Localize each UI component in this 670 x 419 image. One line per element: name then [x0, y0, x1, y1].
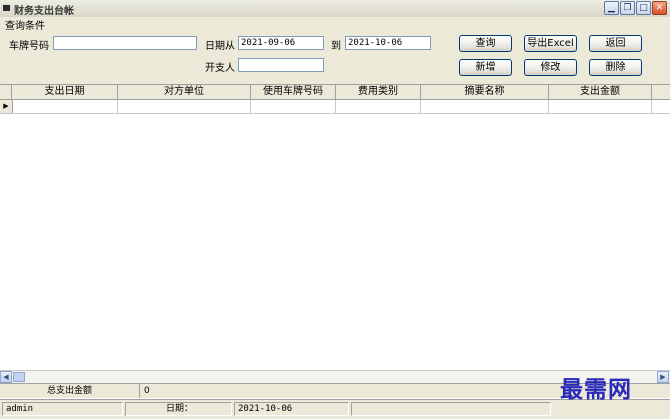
window-title: 财务支出台帐	[14, 6, 74, 17]
scroll-right-icon[interactable]: ▶	[657, 371, 669, 383]
issuer-label: 开支人	[205, 63, 235, 74]
status-date-label: 日期：	[125, 402, 232, 416]
grid-header: 支出日期 对方单位 使用车牌号码 费用类别 摘要名称 支出金额	[0, 85, 670, 100]
column-header-category[interactable]: 费用类别	[336, 85, 421, 99]
scroll-thumb[interactable]	[13, 372, 25, 382]
delete-button[interactable]: 删除	[589, 59, 642, 76]
watermark-logo: 最需网	[560, 376, 632, 403]
column-header-amount[interactable]: 支出金额	[549, 85, 652, 99]
back-button[interactable]: 返回	[589, 35, 642, 52]
total-amount-label: 总支出金额	[0, 384, 140, 398]
maximize-button[interactable]: □	[636, 1, 651, 15]
query-button[interactable]: 查询	[459, 35, 512, 52]
date-from-label: 日期从	[205, 41, 235, 52]
export-excel-button[interactable]: 导出Excel	[524, 35, 577, 52]
edit-button[interactable]: 修改	[524, 59, 577, 76]
column-header-summary[interactable]: 摘要名称	[421, 85, 549, 99]
filter-group-label: 查询条件	[5, 21, 45, 32]
minimize-button[interactable]: ▁	[604, 1, 619, 15]
column-header-counterparty[interactable]: 对方单位	[118, 85, 251, 99]
status-user: admin	[2, 402, 123, 416]
close-button[interactable]: ✕	[652, 1, 667, 15]
status-empty-panel	[351, 402, 551, 416]
plate-label: 车牌号码	[9, 41, 49, 52]
plate-input[interactable]	[53, 36, 197, 50]
issuer-input[interactable]	[238, 58, 324, 72]
expense-grid[interactable]: 支出日期 对方单位 使用车牌号码 费用类别 摘要名称 支出金额 ▶	[0, 84, 670, 371]
add-button[interactable]: 新增	[459, 59, 512, 76]
date-to-label: 到	[331, 41, 341, 52]
row-indicator-icon: ▶	[0, 100, 13, 113]
date-to-input[interactable]: 2021-10-06	[345, 36, 431, 50]
restore-button[interactable]: ❐	[620, 1, 635, 15]
column-header-date[interactable]: 支出日期	[12, 85, 118, 99]
total-amount-value: 0	[144, 386, 150, 396]
status-date-value: 2021-10-06	[234, 402, 349, 416]
header-corner	[0, 85, 12, 99]
column-header-plate[interactable]: 使用车牌号码	[251, 85, 336, 99]
date-from-input[interactable]: 2021-09-06	[238, 36, 324, 50]
filter-panel: 查询条件 车牌号码 日期从 2021-09-06 到 2021-10-06 开支…	[0, 17, 670, 84]
app-icon[interactable]	[2, 4, 11, 12]
title-bar: 财务支出台帐 ▁ ❐ □ ✕	[0, 0, 670, 18]
scroll-left-icon[interactable]: ◀	[0, 371, 12, 383]
table-row[interactable]: ▶	[0, 100, 670, 114]
